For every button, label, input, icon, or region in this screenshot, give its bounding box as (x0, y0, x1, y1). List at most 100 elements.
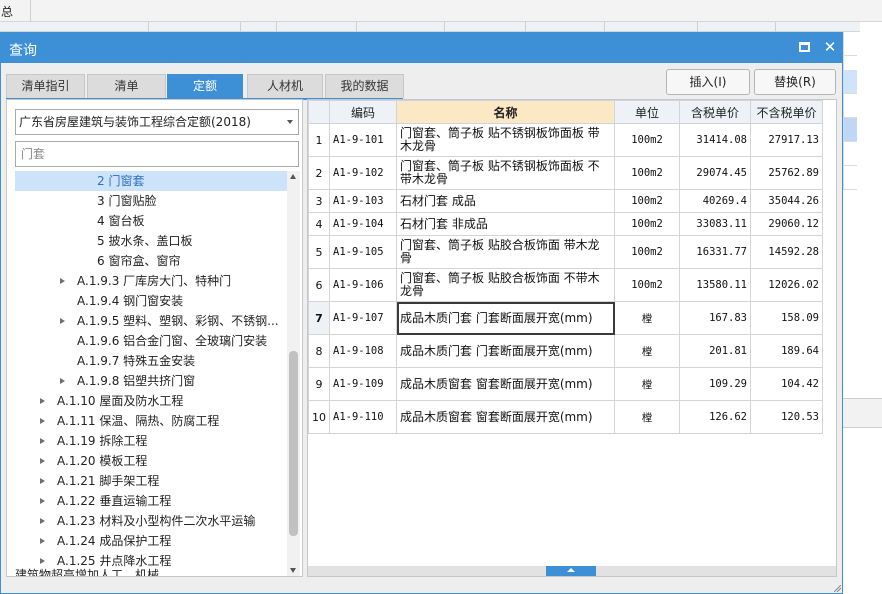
table-row[interactable]: 1 A1-9-101 门窗套、筒子板 贴不锈钢板饰面板 带木龙骨 100m2 31414… (308, 123, 823, 157)
unit-cell[interactable]: 100m2 (614, 235, 680, 269)
row-index-cell[interactable]: 9 (308, 367, 330, 401)
unit-cell[interactable]: 100m2 (614, 156, 680, 190)
table-row[interactable]: 10 A1-9-110 成品木质窗套 窗套断面展开宽(mm) 樘 126.62 120.5… (308, 400, 823, 434)
code-cell[interactable]: A1-9-102 (329, 156, 397, 190)
row-index-cell[interactable]: 10 (308, 400, 330, 434)
price-notax-cell[interactable]: 29060.12 (750, 212, 823, 236)
tab-list-guide[interactable]: 清单指引 (6, 74, 85, 98)
unit-cell[interactable]: 100m2 (614, 189, 680, 213)
row-index-cell[interactable]: 1 (308, 123, 330, 157)
table-row[interactable]: 9 A1-9-109 成品木质窗套 窗套断面展开宽(mm) 樘 109.29 104.42 (308, 367, 823, 401)
expand-arrow-icon[interactable] (60, 278, 65, 284)
name-cell[interactable]: 门窗套、筒子板 贴不锈钢板饰面板 不带木龙骨 (396, 156, 615, 190)
unit-cell[interactable]: 樘 (614, 367, 680, 401)
expand-arrow-icon[interactable] (40, 518, 45, 524)
unit-cell[interactable]: 100m2 (614, 212, 680, 236)
expand-arrow-icon[interactable] (40, 478, 45, 484)
unit-cell[interactable]: 樘 (614, 400, 680, 434)
code-cell[interactable]: A1-9-106 (329, 268, 397, 302)
tree-node[interactable]: A.1.9.6 铝合金门窗、全玻璃门安装 (15, 331, 287, 351)
column-header-name[interactable]: 名称 (396, 100, 615, 124)
tree-node[interactable]: A.1.21 脚手架工程 (15, 471, 287, 491)
code-cell[interactable]: A1-9-109 (329, 367, 397, 401)
row-index-cell[interactable]: 3 (308, 189, 330, 213)
tree-node[interactable]: A.1.19 拆除工程 (15, 431, 287, 451)
code-cell[interactable]: A1-9-104 (329, 212, 397, 236)
column-header-price-tax[interactable]: 含税单价 (679, 100, 751, 124)
expand-arrow-icon[interactable] (40, 418, 45, 424)
price-tax-cell[interactable]: 13580.11 (679, 268, 751, 302)
price-notax-cell[interactable]: 189.64 (750, 334, 823, 368)
name-cell[interactable]: 门窗套、筒子板 贴胶合板饰面 带木龙骨 (396, 235, 615, 269)
expand-arrow-icon[interactable] (60, 378, 65, 384)
tab-list[interactable]: 清单 (87, 74, 166, 98)
scrollbar-thumb[interactable] (289, 351, 298, 536)
code-cell[interactable]: A1-9-105 (329, 235, 397, 269)
row-index-cell[interactable]: 2 (308, 156, 330, 190)
row-index-cell[interactable]: 7 (308, 301, 330, 335)
insert-button[interactable]: 插入(I) (666, 69, 750, 95)
dropdown-arrow-icon[interactable] (287, 120, 293, 124)
tree-node[interactable]: 3 门窗贴脸 (15, 191, 287, 211)
search-input[interactable] (15, 141, 299, 167)
price-tax-cell[interactable]: 167.83 (679, 301, 751, 335)
name-cell[interactable]: 石材门套 非成品 (396, 212, 615, 236)
expand-arrow-icon[interactable] (60, 318, 65, 324)
price-notax-cell[interactable]: 14592.28 (750, 235, 823, 269)
tree-node[interactable]: 建筑物超高增加人工、机械... (15, 565, 287, 576)
tab-labor-material-machine[interactable]: 人材机 (247, 74, 323, 98)
code-cell[interactable]: A1-9-107 (329, 301, 397, 335)
name-cell[interactable]: 门窗套、筒子板 贴胶合板饰面 不带木龙骨 (396, 268, 615, 302)
name-cell[interactable]: 成品木质门套 门套断面展开宽(mm) (396, 301, 615, 335)
tree-node[interactable]: 4 窗台板 (15, 211, 287, 231)
name-cell[interactable]: 石材门套 成品 (396, 189, 615, 213)
table-row[interactable]: 4 A1-9-104 石材门套 非成品 100m2 33083.11 29060.12 (308, 212, 823, 236)
tree-node[interactable]: 5 披水条、盖口板 (15, 231, 287, 251)
expand-arrow-icon[interactable] (40, 438, 45, 444)
tree-node[interactable]: A.1.9.7 特殊五金安装 (15, 351, 287, 371)
column-header-unit[interactable]: 单位 (614, 100, 680, 124)
resize-grip-icon[interactable] (834, 585, 841, 592)
expand-arrow-icon[interactable] (40, 398, 45, 404)
table-row[interactable]: 7 A1-9-107 成品木质门套 门套断面展开宽(mm) 樘 167.83 158.09 (308, 301, 823, 335)
expand-arrow-icon[interactable] (40, 498, 45, 504)
tree-node[interactable]: A.1.20 模板工程 (15, 451, 287, 471)
tree-node[interactable]: A.1.10 屋面及防水工程 (15, 391, 287, 411)
unit-cell[interactable]: 100m2 (614, 123, 680, 157)
name-cell[interactable]: 成品木质门套 门套断面展开宽(mm) (396, 334, 615, 368)
tree-node[interactable]: A.1.22 垂直运输工程 (15, 491, 287, 511)
dialog-titlebar[interactable]: 查询 ✕ (1, 33, 842, 63)
tree-scrollbar[interactable] (287, 171, 300, 576)
replace-button[interactable]: 替换(R) (754, 69, 836, 95)
tab-my-data[interactable]: 我的数据 (325, 74, 404, 98)
table-row[interactable]: 2 A1-9-102 门窗套、筒子板 贴不锈钢板饰面板 不带木龙骨 100m2 2907… (308, 156, 823, 190)
tree-node[interactable]: A.1.9.8 铝塑共挤门窗 (15, 371, 287, 391)
scroll-up-icon[interactable] (290, 174, 296, 179)
price-tax-cell[interactable]: 109.29 (679, 367, 751, 401)
expand-arrow-icon[interactable] (40, 538, 45, 544)
price-tax-cell[interactable]: 201.81 (679, 334, 751, 368)
code-cell[interactable]: A1-9-101 (329, 123, 397, 157)
tree-node[interactable]: 6 窗帘盒、窗帘 (15, 251, 287, 271)
tree-node[interactable]: A.1.9.5 塑料、塑钢、彩钢、不锈钢... (15, 311, 287, 331)
price-tax-cell[interactable]: 40269.4 (679, 189, 751, 213)
row-index-cell[interactable]: 6 (308, 268, 330, 302)
tree-node[interactable]: 2 门窗套 (15, 171, 287, 191)
price-notax-cell[interactable]: 158.09 (750, 301, 823, 335)
table-row[interactable]: 8 A1-9-108 成品木质门套 门套断面展开宽(mm) 樘 201.81 189.64 (308, 334, 823, 368)
row-index-cell[interactable]: 4 (308, 212, 330, 236)
tree-node[interactable]: A.1.9.3 厂库房大门、特种门 (15, 271, 287, 291)
price-tax-cell[interactable]: 29074.45 (679, 156, 751, 190)
tab-quota[interactable]: 定额 (167, 74, 243, 98)
tree-node[interactable]: A.1.24 成品保护工程 (15, 531, 287, 551)
price-notax-cell[interactable]: 25762.89 (750, 156, 823, 190)
price-tax-cell[interactable]: 33083.11 (679, 212, 751, 236)
name-cell[interactable]: 成品木质窗套 窗套断面展开宽(mm) (396, 400, 615, 434)
tree-node[interactable]: A.1.23 材料及小型构件二次水平运输 (15, 511, 287, 531)
horizontal-scrollbar[interactable] (308, 566, 836, 576)
code-cell[interactable]: A1-9-103 (329, 189, 397, 213)
unit-cell[interactable]: 樘 (614, 301, 680, 335)
table-row[interactable]: 5 A1-9-105 门窗套、筒子板 贴胶合板饰面 带木龙骨 100m2 16331.7… (308, 235, 823, 269)
column-header-code[interactable]: 编码 (329, 100, 397, 124)
tree-node[interactable]: A.1.9.4 钢门窗安装 (15, 291, 287, 311)
